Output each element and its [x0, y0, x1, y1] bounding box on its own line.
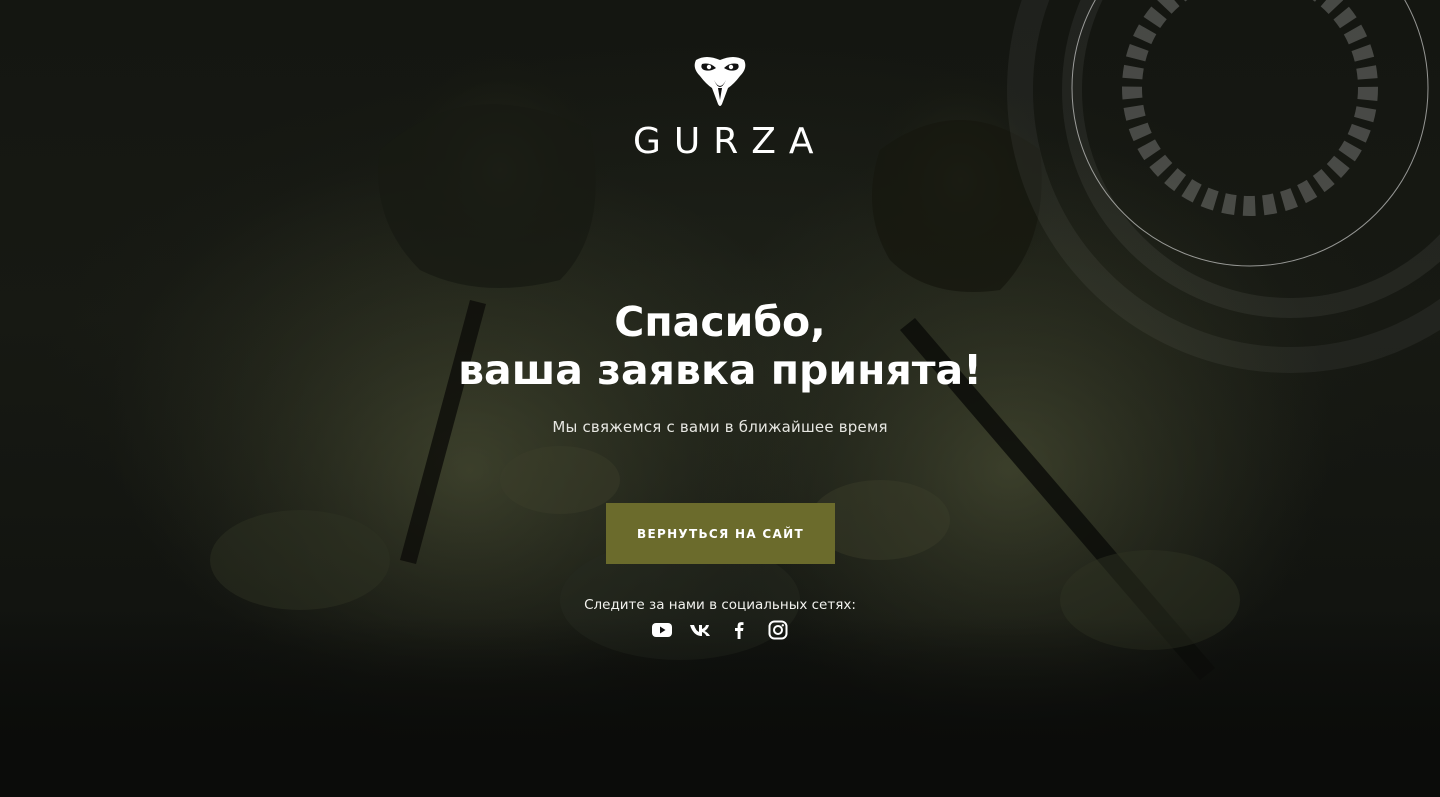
thank-you-page: GURZA Спасибо, ваша заявка принята! Мы с…: [0, 0, 1440, 797]
title-line-2: ваша заявка принята!: [458, 346, 982, 394]
brand-name: GURZA: [633, 121, 827, 162]
snake-head-icon: [694, 57, 746, 106]
youtube-icon[interactable]: [650, 619, 674, 641]
title-line-1: Спасибо,: [614, 298, 826, 346]
social-label: Следите за нами в социальных сетях:: [584, 597, 856, 613]
brand-logo[interactable]: GURZA: [620, 54, 820, 162]
page-subtitle: Мы свяжемся с вами в ближайшее время: [552, 418, 888, 436]
bottom-fade: [0, 617, 1440, 797]
vk-icon[interactable]: [689, 619, 713, 641]
facebook-icon[interactable]: [727, 619, 751, 641]
page-title: Спасибо, ваша заявка принята!: [320, 298, 1120, 394]
instagram-icon[interactable]: [766, 619, 790, 641]
social-links: [650, 619, 790, 641]
back-to-site-button[interactable]: ВЕРНУТЬСЯ НА САЙТ: [606, 503, 835, 564]
